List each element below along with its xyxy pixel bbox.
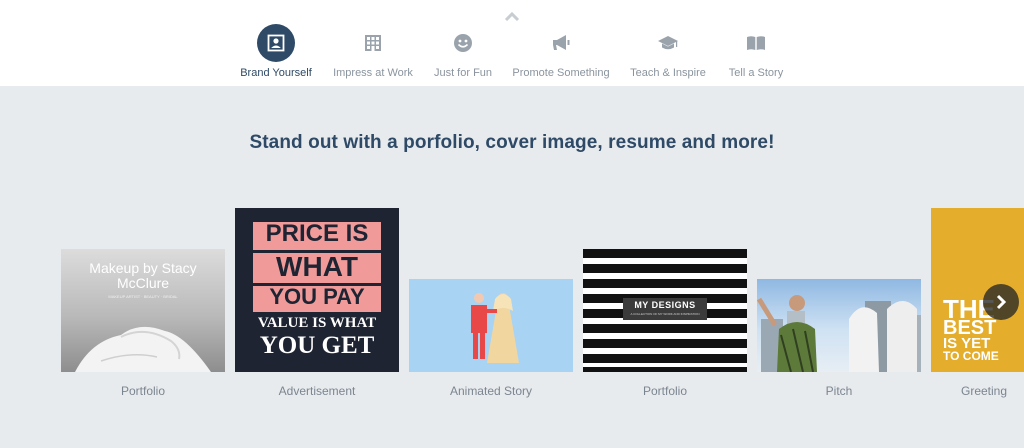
thumbnail-headline: YOU GET [259,332,375,359]
template-thumbnail [757,279,921,372]
nav-item-label: Promote Something [512,67,610,79]
nav-item-label: Brand Yourself [240,67,312,79]
nav-item-just-for-fun[interactable]: Just for Fun [430,24,496,84]
template-thumbnail: PRICE IS WHAT YOU PAY VALUE IS WHAT YOU … [235,208,399,372]
thumbnail-title: McClure [116,275,170,291]
open-book-icon [737,24,775,62]
thumbnail-headline: TO COME [943,349,999,363]
nav-item-label: Just for Fun [433,67,493,79]
building-icon [354,24,392,62]
thumbnail-headline: PRICE IS [253,222,381,250]
nav-item-label: Tell a Story [728,67,784,79]
thumbnail-headline: YOU PAY [253,286,381,312]
megaphone-icon [542,24,580,62]
nav-item-promote-something[interactable]: Promote Something [512,24,610,84]
city-photo-image [757,295,921,372]
template-thumbnail: MY DESIGNS A COLLECTION OF MY WORK AND I… [583,249,747,372]
thumbnail-headline: VALUE IS WHAT [257,315,377,331]
category-nav-bar: Brand Yourself Impress at Work Just for … [0,0,1024,86]
template-card-animated-story[interactable] [409,208,573,372]
nav-item-teach-and-inspire[interactable]: Teach & Inspire [628,24,708,84]
chevron-right-icon [996,294,1007,310]
page-headline: Stand out with a porfolio, cover image, … [249,132,775,153]
template-card-portfolio-designs[interactable]: MY DESIGNS A COLLECTION OF MY WORK AND I… [583,208,747,372]
template-card-label: Portfolio [642,384,688,398]
nav-item-label: Impress at Work [333,67,413,79]
carousel-next-button[interactable] [983,284,1019,320]
id-badge-icon [257,24,295,62]
nav-item-impress-at-work[interactable]: Impress at Work [330,24,416,84]
template-card-label: Advertisement [278,384,356,398]
thumbnail-title-box: MY DESIGNS A COLLECTION OF MY WORK AND I… [623,298,707,320]
template-card-portfolio[interactable]: Makeup by Stacy McClure MAKEUP ARTIST · … [61,208,225,372]
wedding-couple-illustration [471,293,519,363]
template-card-label: Portfolio [120,384,166,398]
nav-item-label: Teach & Inspire [630,67,706,79]
thumbnail-title: MY DESIGNS [634,300,696,310]
template-card-label: Greeting [961,384,1008,398]
template-card-label: Pitch [825,384,853,398]
nav-item-brand-yourself[interactable]: Brand Yourself [236,24,316,84]
thumbnail-title: Makeup by Stacy [89,260,197,276]
thumbnail-headline: WHAT [253,253,381,283]
portrait-image [75,326,211,372]
nav-item-tell-a-story[interactable]: Tell a Story [722,24,790,84]
template-thumbnail [409,279,573,372]
thumbnail-subtitle: A COLLECTION OF MY WORK AND INSPIRATION [630,312,700,316]
chevron-up-icon[interactable] [503,10,521,22]
template-thumbnail: Makeup by Stacy McClure MAKEUP ARTIST · … [61,249,225,372]
template-card-pitch[interactable] [757,208,921,372]
template-card-label: Animated Story [449,384,533,398]
smiley-icon [444,24,482,62]
graduation-cap-icon [649,24,687,62]
template-card-advertisement[interactable]: PRICE IS WHAT YOU PAY VALUE IS WHAT YOU … [235,208,399,372]
thumbnail-subtitle: MAKEUP ARTIST · BEAUTY · BRIDAL [108,294,178,299]
